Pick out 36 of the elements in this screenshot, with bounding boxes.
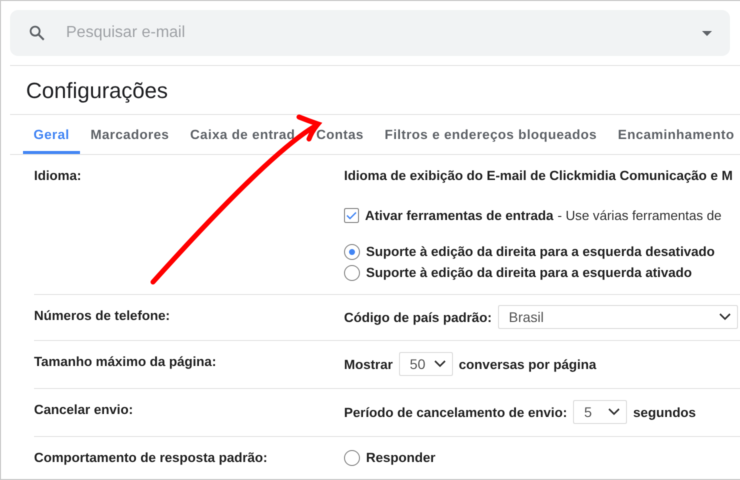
setting-label: Números de telefone:	[34, 307, 171, 323]
settings-tab[interactable]: Caixa de entrad	[180, 115, 306, 154]
settings-tab[interactable]: Marcadores	[80, 115, 180, 154]
setting-label: Cancelar envio:	[34, 401, 134, 417]
checkbox-description: - Use várias ferramentas de	[557, 208, 722, 222]
select-label: Código de país padrão:	[344, 310, 492, 324]
select-suffix: segundos	[633, 404, 696, 420]
settings-tab[interactable]: Filtros e endereços bloqueados	[374, 115, 608, 154]
chevron-down-icon	[434, 360, 446, 368]
number-select[interactable]: 50	[398, 352, 453, 376]
setting-heading: Idioma de exibição do E-mail de Clickmidia Comunicação e M	[344, 167, 733, 185]
radio-label: Suporte à edição da direita para a esquerda desativado	[366, 244, 715, 259]
country-select[interactable]: Brasil	[498, 305, 738, 329]
select-label: Período de cancelamento de envio:	[344, 404, 568, 420]
dropdown-caret-icon[interactable]	[702, 30, 712, 36]
setting-label: Tamanho máximo da página:	[34, 353, 218, 369]
select-label: Mostrar	[344, 356, 393, 372]
radio-label: Suporte à edição da direita para a esquerda ativado	[366, 265, 692, 280]
setting-label: Comportamento de resposta padrão:	[34, 449, 268, 465]
checkbox[interactable]	[344, 208, 359, 222]
radio-label: Responder	[366, 450, 436, 465]
settings-tab[interactable]: Encaminhamento	[607, 115, 740, 154]
checkbox-label: Ativar ferramentas de entrada	[365, 208, 554, 222]
chevron-down-icon	[718, 313, 731, 321]
page-title: Configurações	[25, 77, 169, 105]
radio-button[interactable]	[344, 244, 360, 260]
select-suffix: conversas por página	[458, 356, 596, 372]
search-icon	[28, 24, 46, 42]
radio-button[interactable]	[344, 264, 360, 280]
number-select[interactable]: 5	[573, 400, 628, 424]
chevron-down-icon	[608, 408, 620, 416]
settings-tab[interactable]: Contas	[306, 115, 374, 154]
setting-label: Idioma:	[34, 167, 82, 183]
search-bar[interactable]: Pesquisar e-mail	[10, 10, 730, 56]
search-field[interactable]: Pesquisar e-mail	[64, 23, 684, 43]
radio-button[interactable]	[344, 450, 360, 466]
